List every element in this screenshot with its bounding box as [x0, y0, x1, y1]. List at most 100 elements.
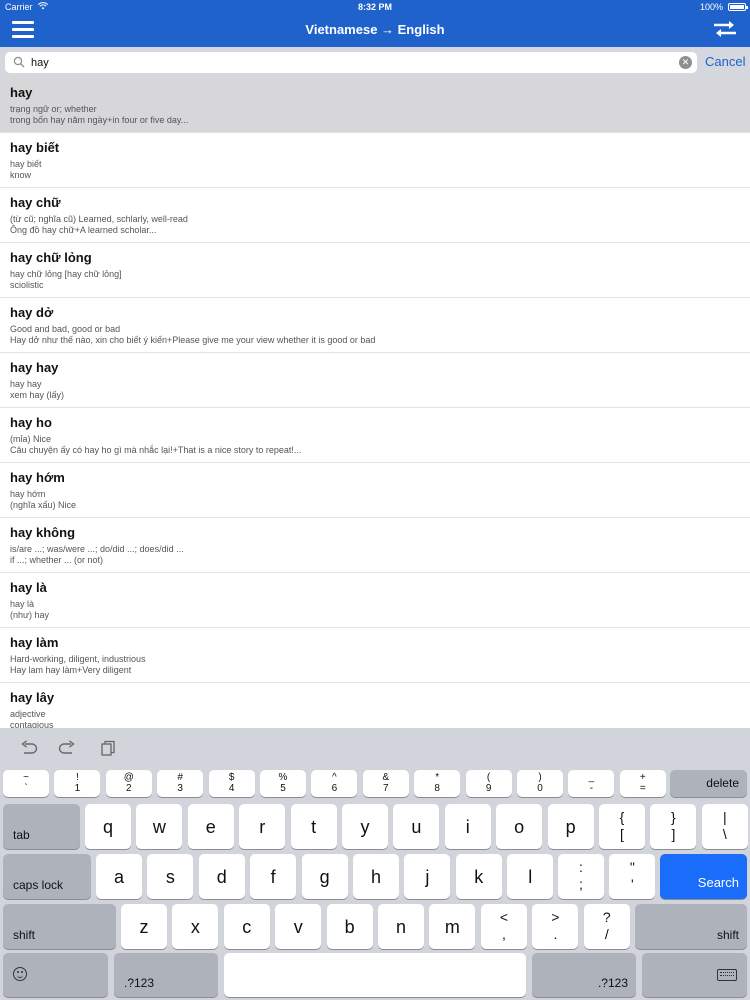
key-punct[interactable]: " ': [609, 854, 656, 899]
result-headword: hay chữ lỏng: [10, 250, 92, 265]
key-punct[interactable]: >.: [532, 904, 579, 949]
key-shift-symbol: +: [639, 772, 646, 783]
key-i[interactable]: i: [444, 804, 491, 849]
key-t[interactable]: t: [290, 804, 337, 849]
tab-key[interactable]: tab: [3, 804, 80, 849]
key-0[interactable]: ) 0: [517, 770, 563, 797]
key-symbol: 9: [485, 783, 492, 794]
key-u[interactable]: u: [393, 804, 440, 849]
key-1[interactable]: ! 1: [54, 770, 101, 797]
key-shift-symbol: ?: [602, 909, 611, 925]
key-shift-symbol: #: [177, 772, 183, 783]
result-example: Hay lam hay làm+Very diligent: [10, 665, 132, 675]
key-character: q: [102, 817, 113, 837]
key-4[interactable]: $4: [208, 770, 255, 797]
key-b[interactable]: b: [326, 904, 373, 949]
space-bar[interactable]: [224, 953, 526, 997]
key-punct[interactable]: | \: [701, 804, 748, 849]
key-p[interactable]: p: [547, 804, 594, 849]
key-punct[interactable]: <,: [481, 904, 527, 949]
result-row[interactable]: hay dở Good and bad, good or bad Hay dở …: [0, 298, 750, 353]
result-headword: hay biết: [10, 140, 60, 155]
search-key[interactable]: Search: [660, 854, 747, 899]
result-row[interactable]: hay làm Hard-working, diligent, industri…: [0, 628, 750, 683]
key-9[interactable]: (9: [465, 770, 512, 797]
key-n[interactable]: n: [378, 904, 424, 949]
key-a[interactable]: a: [96, 854, 142, 899]
key-d[interactable]: d: [198, 854, 245, 899]
result-row[interactable]: hay hớm hay hớm (nghĩa xấu) Nice: [0, 463, 750, 518]
key-6[interactable]: ^ 6: [311, 770, 358, 797]
key-8[interactable]: * 8: [414, 770, 461, 797]
key-v[interactable]: v: [275, 904, 322, 949]
hide-keyboard-key[interactable]: [642, 953, 747, 997]
key-`[interactable]: ~ `: [3, 770, 49, 797]
key-r[interactable]: r: [239, 804, 286, 849]
emoji-key[interactable]: [3, 953, 108, 997]
key-2[interactable]: @2: [105, 770, 152, 797]
redo-icon[interactable]: [58, 740, 76, 756]
result-row[interactable]: hay không is/are ...; was/were ...; do/d…: [0, 518, 750, 573]
key-character: o: [514, 817, 525, 837]
key-symbol: /: [604, 926, 609, 942]
key-symbol: -: [589, 783, 594, 794]
result-row[interactable]: hay trạng ngữ or; whether trong bốn hay …: [0, 78, 750, 133]
clock: 8:32 PM: [357, 2, 392, 12]
search-input[interactable]: [31, 52, 671, 73]
result-row[interactable]: hay chữ (từ cũ; nghĩa cũ) Learned, schla…: [0, 188, 750, 243]
result-row[interactable]: hay hay hay hay xem hay (lấy): [0, 353, 750, 408]
key-punct[interactable]: :;: [558, 854, 604, 899]
key-o[interactable]: o: [496, 804, 543, 849]
key-3[interactable]: #3: [157, 770, 204, 797]
key-label: shift: [716, 928, 739, 942]
key-=[interactable]: + =: [619, 770, 666, 797]
key-s[interactable]: s: [147, 854, 194, 899]
key-m[interactable]: m: [429, 904, 476, 949]
key-g[interactable]: g: [301, 854, 348, 899]
key-x[interactable]: x: [172, 904, 219, 949]
result-row[interactable]: hay ho (mỉa) Nice Câu chuyện ấy có hay h…: [0, 408, 750, 463]
result-row[interactable]: hay biết hay biết know: [0, 133, 750, 188]
key-character: p: [565, 817, 576, 837]
key-character: y: [360, 817, 370, 837]
swap-language-icon[interactable]: [712, 20, 738, 38]
shift-left-key[interactable]: shift: [3, 904, 116, 949]
key-w[interactable]: w: [136, 804, 183, 849]
caps-lock-key[interactable]: caps lock: [3, 854, 91, 899]
key-punct[interactable]: }]: [650, 804, 697, 849]
key-l[interactable]: l: [507, 854, 554, 899]
key-shift-symbol: _: [588, 772, 595, 783]
delete-button[interactable]: delete: [670, 770, 747, 797]
key-k[interactable]: k: [455, 854, 502, 899]
result-definition: (mỉa) Nice: [10, 434, 52, 444]
numbers-left-key[interactable]: .?123: [114, 953, 218, 997]
key-z[interactable]: z: [121, 904, 167, 949]
key-character: h: [370, 867, 381, 887]
key-5[interactable]: % 5: [260, 770, 306, 797]
key-c[interactable]: c: [223, 904, 270, 949]
key-punct[interactable]: ? /: [583, 904, 630, 949]
cancel-button[interactable]: Cancel: [705, 54, 745, 69]
result-row[interactable]: hay là hay là (như) hay: [0, 573, 750, 628]
result-row[interactable]: hay chữ lỏng hay chữ lỏng [hay chữ lỏng]…: [0, 243, 750, 298]
key-7[interactable]: & 7: [362, 770, 409, 797]
key-f[interactable]: f: [250, 854, 297, 899]
key-shift-symbol: |: [722, 809, 727, 825]
result-example: Hay dở như thế nào, xin cho biết ý kiến+…: [10, 335, 376, 345]
result-example: (nghĩa xấu) Nice: [10, 500, 77, 510]
key-q[interactable]: q: [85, 804, 131, 849]
key-j[interactable]: j: [404, 854, 451, 899]
key--[interactable]: _ -: [568, 770, 615, 797]
numbers-right-key[interactable]: .?123: [532, 953, 636, 997]
undo-icon[interactable]: [20, 740, 38, 756]
paste-icon[interactable]: [99, 740, 117, 756]
key-shift-symbol: ": [629, 859, 635, 875]
key-symbol: 1: [74, 783, 81, 794]
key-y[interactable]: y: [342, 804, 388, 849]
shift-right-key[interactable]: shift: [635, 904, 747, 949]
clear-search-icon[interactable]: ✕: [679, 56, 692, 69]
key-h[interactable]: h: [353, 854, 399, 899]
result-row[interactable]: hay lây adjective contagious: [0, 683, 750, 728]
key-punct[interactable]: {[: [599, 804, 645, 849]
key-e[interactable]: e: [187, 804, 234, 849]
